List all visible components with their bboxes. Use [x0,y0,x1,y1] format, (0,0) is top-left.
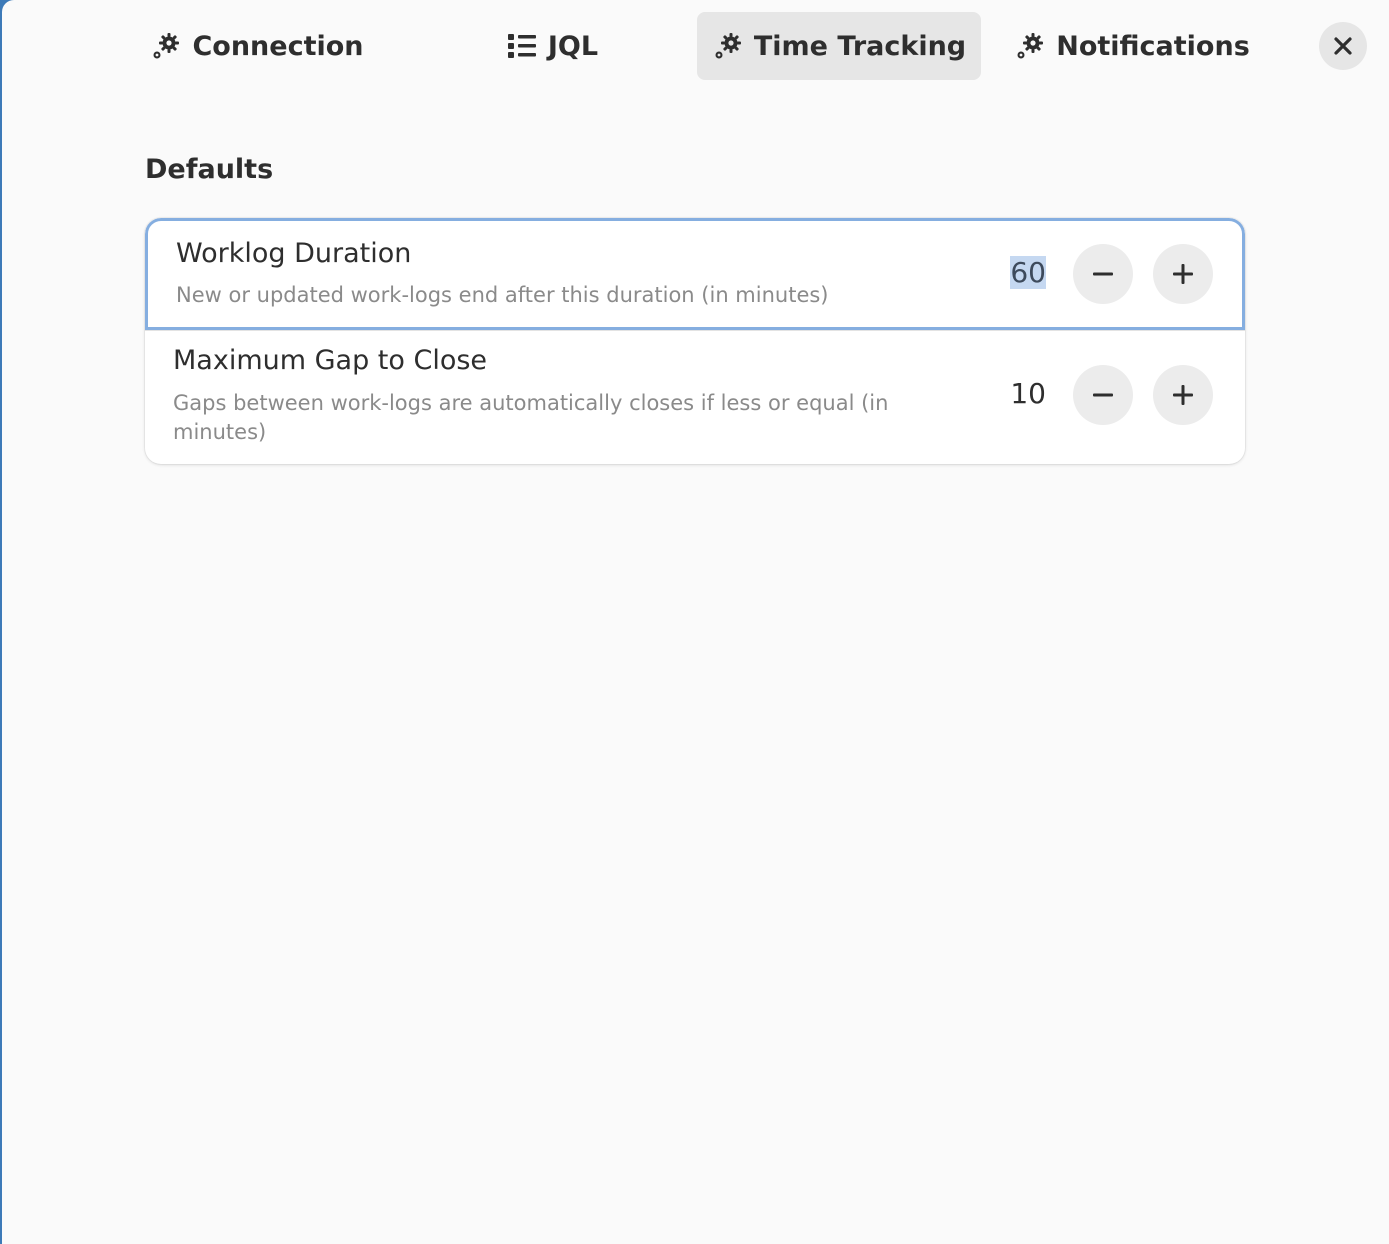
spin-value[interactable]: 60 [1010,256,1046,289]
gears-icon [150,30,182,62]
decrement-button[interactable] [1073,365,1133,425]
preferences-window: Connection JQL Time Tracking Notificatio… [2,0,1389,1244]
gears-icon [1014,30,1046,62]
setting-subtitle: New or updated work-logs end after this … [176,283,829,307]
gears-icon [712,30,744,62]
list-icon [506,30,538,62]
tab-bar: Connection JQL Time Tracking Notificatio… [2,12,1389,80]
tab-jql[interactable]: JQL [482,12,622,80]
increment-button[interactable] [1153,365,1213,425]
section-title: Defaults [145,154,274,185]
minus-icon [1092,384,1114,406]
tab-connection[interactable]: Connection [142,12,372,80]
tab-label: Connection [192,30,364,62]
setting-subtitle: Gaps between work-logs are automatically… [173,391,889,444]
tab-label: Notifications [1056,30,1250,62]
close-button[interactable] [1319,22,1367,70]
plus-icon [1172,263,1194,285]
tab-notifications[interactable]: Notifications [1002,12,1262,80]
setting-row-maximum-gap: Maximum Gap to Close Gaps between work-l… [145,330,1245,464]
minus-icon [1092,263,1114,285]
decrement-button[interactable] [1073,244,1133,304]
tab-label: Time Tracking [753,30,967,62]
increment-button[interactable] [1153,244,1213,304]
setting-title: Maximum Gap to Close [173,345,488,376]
setting-title: Worklog Duration [176,238,412,269]
tab-label: JQL [547,30,599,62]
tab-time-tracking[interactable]: Time Tracking [697,12,981,80]
spin-value[interactable]: 10 [1010,377,1046,410]
close-icon [1333,36,1353,56]
setting-row-worklog-duration: Worklog Duration New or updated work-log… [145,218,1245,330]
settings-card: Worklog Duration New or updated work-log… [145,218,1245,464]
plus-icon [1172,384,1194,406]
